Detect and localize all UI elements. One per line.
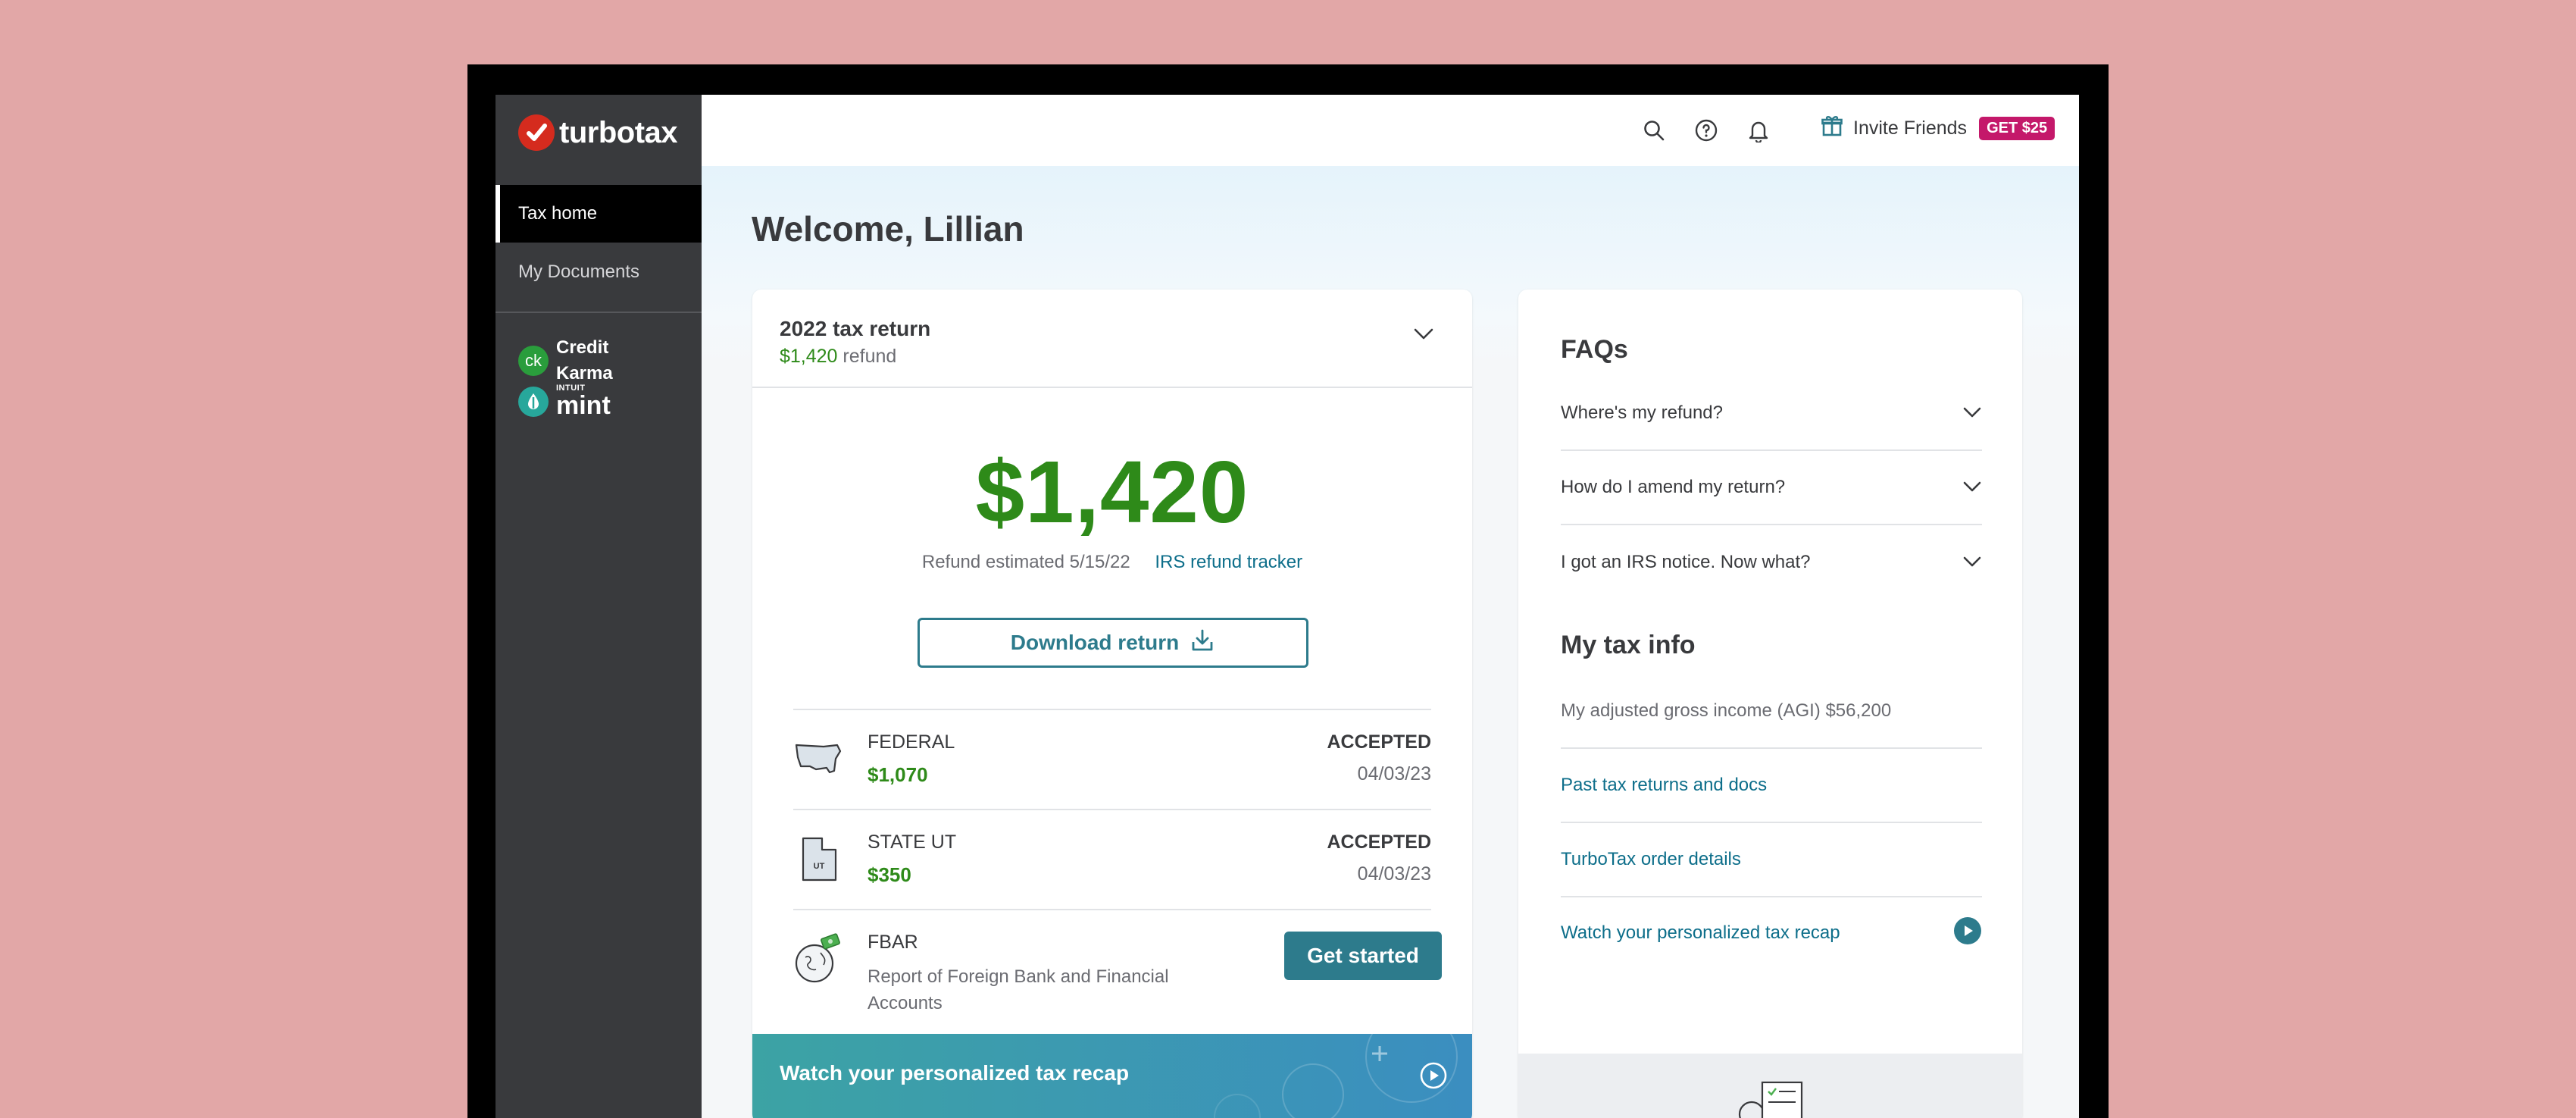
promo-illustration-area (1518, 1054, 2022, 1118)
tax-return-subtitle: $1,420 refund (780, 346, 896, 368)
globe-money-icon (793, 932, 843, 988)
chevron-down-icon[interactable] (1413, 327, 1434, 345)
faq-item-amend[interactable]: How do I amend my return? (1561, 451, 1982, 525)
search-icon[interactable] (1640, 116, 1668, 145)
state-return-row[interactable]: UT STATE UT $350 ACCEPTED 04/03/23 (793, 809, 1431, 909)
chevron-down-icon (1962, 402, 1982, 424)
usa-map-icon (793, 738, 843, 784)
bell-icon[interactable] (1744, 116, 1773, 145)
state-status: ACCEPTED (1327, 831, 1431, 853)
faq-item-refund[interactable]: Where's my refund? (1561, 377, 1982, 451)
sidebar-item-tax-home[interactable]: Tax home (496, 185, 702, 243)
refund-amount-large: $1,420 (975, 443, 1249, 541)
logo-text: turbotax (559, 115, 678, 149)
gift-icon (1821, 114, 1843, 142)
irs-refund-tracker-link[interactable]: IRS refund tracker (1155, 552, 1302, 572)
faq-question: Where's my refund? (1561, 402, 1723, 423)
state-icon-text: UT (814, 862, 825, 871)
credit-karma-line1: Credit (556, 337, 609, 358)
order-details-link-row[interactable]: TurboTax order details (1561, 823, 1982, 897)
invite-friends-button[interactable]: Invite Friends GET $25 (1821, 114, 2055, 142)
federal-amount: $1,070 (868, 763, 928, 786)
mint-wordmark: mint (556, 391, 611, 420)
checklist-illustration-icon (1732, 1078, 1808, 1118)
state-date: 04/03/23 (1357, 863, 1431, 885)
state-label: STATE UT (868, 831, 957, 853)
agi-text: My adjusted gross income (AGI) $56,200 (1561, 700, 1892, 721)
credit-karma-label: Credit Karma (556, 335, 613, 387)
fbar-get-started-button[interactable]: Get started (1284, 932, 1442, 980)
faqs-heading: FAQs (1561, 335, 1628, 364)
turbotax-logo[interactable]: turbotax (518, 114, 678, 151)
credit-karma-line2: Karma (556, 363, 613, 384)
tax-return-header[interactable]: 2022 tax return $1,420 refund (752, 290, 1472, 388)
mint-link[interactable]: INTUIT mint (518, 384, 611, 418)
checkmark-icon (518, 114, 555, 151)
top-bar: Invite Friends GET $25 (702, 95, 2079, 166)
device-frame: turbotax Tax home My Documents ck Credit… (467, 64, 2109, 1118)
invite-friends-label: Invite Friends (1853, 117, 1968, 139)
past-returns-link-row[interactable]: Past tax returns and docs (1561, 749, 1982, 823)
refund-suffix: refund (843, 346, 897, 367)
main-content: Welcome, Lillian 2022 tax return $1,420 … (702, 166, 2079, 1118)
tax-recap-link-row[interactable]: Watch your personalized tax recap (1561, 896, 1982, 970)
sidebar-item-label: Tax home (518, 203, 598, 224)
faq-question: I got an IRS notice. Now what? (1561, 552, 1811, 572)
tax-recap-banner-label: Watch your personalized tax recap (780, 1061, 1130, 1085)
federal-label: FEDERAL (868, 731, 955, 753)
page-title: Welcome, Lillian (752, 209, 1024, 249)
help-icon[interactable] (1692, 116, 1721, 145)
federal-return-row[interactable]: FEDERAL $1,070 ACCEPTED 04/03/23 (793, 709, 1431, 809)
agi-row: My adjusted gross income (AGI) $56,200 (1561, 675, 1982, 749)
faq-and-tax-info-card: FAQs Where's my refund? How do I amend m… (1518, 290, 2022, 1118)
sidebar: turbotax Tax home My Documents ck Credit… (496, 95, 702, 1118)
sidebar-divider (496, 312, 702, 313)
refund-estimate-row: Refund estimated 5/15/22 IRS refund trac… (752, 552, 1472, 573)
chevron-down-icon (1962, 552, 1982, 573)
mint-drop-icon (518, 386, 549, 417)
past-returns-link[interactable]: Past tax returns and docs (1561, 775, 1767, 796)
get-25-badge: GET $25 (1979, 117, 2055, 140)
sidebar-item-label: My Documents (518, 261, 640, 282)
tax-return-card: 2022 tax return $1,420 refund $1,420 Ref… (752, 290, 1472, 1118)
download-icon (1179, 628, 1215, 659)
play-icon (1419, 1061, 1448, 1094)
order-details-link[interactable]: TurboTax order details (1561, 849, 1741, 870)
federal-status: ACCEPTED (1327, 731, 1431, 753)
download-return-label: Download return (1010, 631, 1180, 654)
sidebar-item-my-documents[interactable]: My Documents (496, 243, 702, 301)
chevron-down-icon (1962, 477, 1982, 498)
mint-label: INTUIT mint (556, 384, 611, 420)
faq-item-irs-notice[interactable]: I got an IRS notice. Now what? (1561, 525, 1982, 600)
fbar-label: FBAR (868, 932, 918, 953)
my-tax-info-heading: My tax info (1561, 631, 1696, 659)
faq-question: How do I amend my return? (1561, 477, 1786, 497)
app-screen: turbotax Tax home My Documents ck Credit… (496, 95, 2079, 1118)
fbar-description: Report of Foreign Bank and Financial Acc… (868, 966, 1169, 1013)
tax-recap-link[interactable]: Watch your personalized tax recap (1561, 922, 1840, 944)
utah-state-icon: UT (801, 836, 839, 887)
tax-recap-banner[interactable]: Watch your personalized tax recap (752, 1034, 1472, 1118)
credit-karma-icon: ck (518, 346, 549, 376)
federal-date: 04/03/23 (1357, 763, 1431, 784)
credit-karma-link[interactable]: ck Credit Karma (518, 335, 613, 387)
refund-amount-small: $1,420 (780, 346, 838, 367)
download-return-button[interactable]: Download return (918, 618, 1308, 668)
refund-estimate-text: Refund estimated 5/15/22 (921, 552, 1130, 572)
tax-return-title: 2022 tax return (780, 317, 931, 340)
state-amount: $350 (868, 863, 911, 886)
fbar-row: FBAR Report of Foreign Bank and Financia… (793, 909, 1442, 1034)
play-icon (1953, 916, 1982, 950)
